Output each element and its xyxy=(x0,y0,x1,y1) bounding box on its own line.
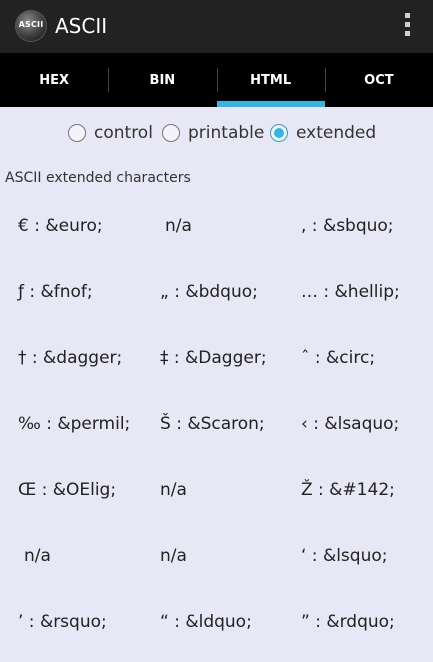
radio-printable-label: printable xyxy=(188,123,265,143)
radio-printable-circle[interactable] xyxy=(162,124,180,142)
char-cell[interactable]: „ : &bdquo; xyxy=(160,282,258,302)
char-cell[interactable]: “ : &ldquo; xyxy=(160,612,252,632)
section-title: ASCII extended characters xyxy=(5,170,191,186)
grid-row: ƒ : &fnof; „ : &bdquo; … : &hellip; xyxy=(0,266,433,332)
action-bar: ASCII ASCII xyxy=(0,0,433,53)
char-cell[interactable]: n/a xyxy=(165,216,192,236)
tab-bar: HEX BIN HTML OCT xyxy=(0,53,433,107)
char-cell[interactable]: ƒ : &fnof; xyxy=(18,282,93,302)
radio-printable[interactable]: printable xyxy=(162,123,264,143)
grid-row: Œ : &OElig; n/a Ž : &#142; xyxy=(0,464,433,530)
char-cell[interactable]: ” : &rdquo; xyxy=(301,612,395,632)
char-cell[interactable]: n/a xyxy=(160,480,187,500)
char-cell[interactable]: Š : &Scaron; xyxy=(160,414,265,434)
char-cell[interactable]: n/a xyxy=(24,546,51,566)
char-cell[interactable]: n/a xyxy=(160,546,187,566)
app-icon-text: ASCII xyxy=(18,20,44,29)
radio-extended[interactable]: extended xyxy=(270,123,376,143)
charset-filter-group: control printable extended xyxy=(0,123,433,149)
char-cell[interactable]: , : &sbquo; xyxy=(301,216,394,236)
grid-row: † : &dagger; ‡ : &Dagger; ˆ : &circ; xyxy=(0,332,433,398)
character-grid: € : &euro; n/a , : &sbquo; ƒ : &fnof; „ … xyxy=(0,200,433,662)
grid-row: n/a n/a ‘ : &lsquo; xyxy=(0,530,433,596)
radio-extended-circle[interactable] xyxy=(270,124,288,142)
radio-control-label: control xyxy=(94,123,153,143)
grid-row: € : &euro; n/a , : &sbquo; xyxy=(0,200,433,266)
app-icon[interactable]: ASCII xyxy=(15,10,47,42)
tab-oct[interactable]: OCT xyxy=(324,53,433,107)
radio-control-circle[interactable] xyxy=(68,124,86,142)
char-cell[interactable]: € : &euro; xyxy=(18,216,103,236)
grid-row: ’ : &rsquo; “ : &ldquo; ” : &rdquo; xyxy=(0,596,433,662)
char-cell[interactable]: † : &dagger; xyxy=(18,348,122,368)
radio-extended-label: extended xyxy=(296,123,377,143)
tab-html[interactable]: HTML xyxy=(216,53,326,107)
char-cell[interactable]: ‹ : &lsaquo; xyxy=(301,414,399,434)
tab-bin[interactable]: BIN xyxy=(108,53,216,107)
app-title: ASCII xyxy=(55,14,108,38)
char-cell[interactable]: ‰ : &permil; xyxy=(18,414,130,434)
overflow-menu-icon[interactable] xyxy=(403,13,411,41)
char-cell[interactable]: Ž : &#142; xyxy=(301,480,395,500)
grid-row: ‰ : &permil; Š : &Scaron; ‹ : &lsaquo; xyxy=(0,398,433,464)
radio-control[interactable]: control xyxy=(68,123,153,143)
char-cell[interactable]: ’ : &rsquo; xyxy=(18,612,107,632)
char-cell[interactable]: ˆ : &circ; xyxy=(301,348,375,368)
tab-hex[interactable]: HEX xyxy=(0,53,108,107)
char-cell[interactable]: ‡ : &Dagger; xyxy=(160,348,267,368)
char-cell[interactable]: … : &hellip; xyxy=(301,282,400,302)
char-cell[interactable]: Œ : &OElig; xyxy=(18,480,116,500)
char-cell[interactable]: ‘ : &lsquo; xyxy=(301,546,387,566)
